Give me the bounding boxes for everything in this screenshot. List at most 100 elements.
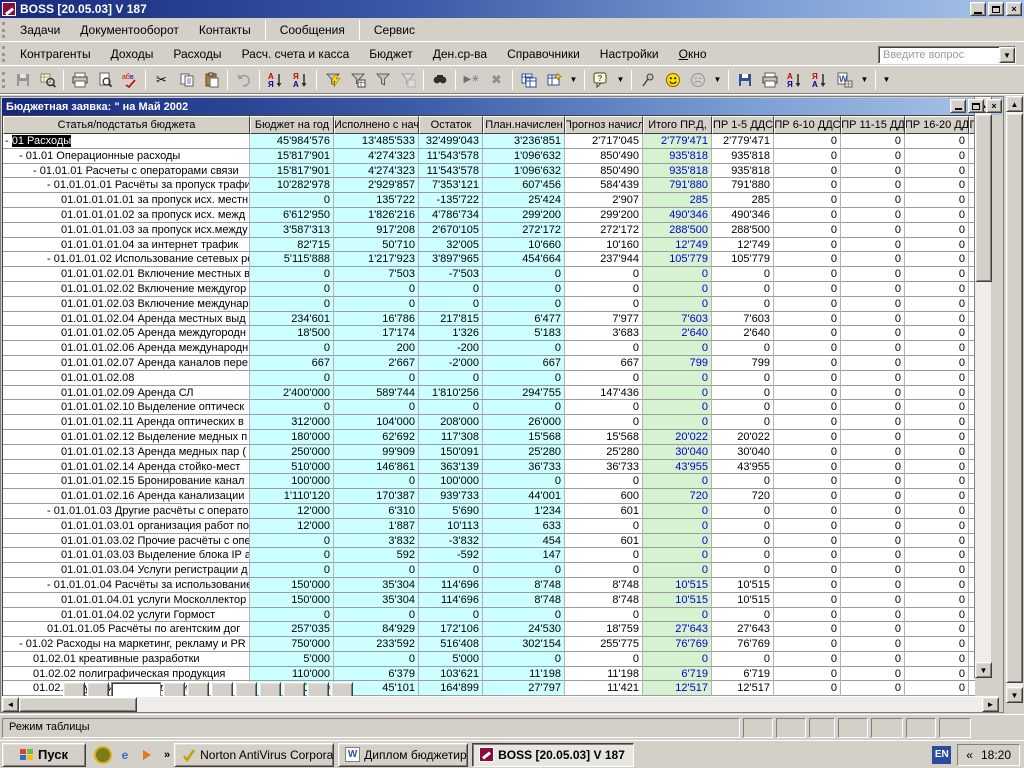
budget-item-name[interactable]: 01.01.01.02.02 Включение междугор: [3, 282, 250, 297]
cell[interactable]: 0: [774, 252, 841, 267]
cell[interactable]: 7'503: [334, 267, 419, 282]
column-header-1[interactable]: Статья/подстатья бюджета: [3, 116, 250, 134]
cell[interactable]: 0: [712, 652, 774, 667]
cell[interactable]: 0: [643, 386, 712, 401]
cell[interactable]: 0: [250, 341, 334, 356]
insert-record-button[interactable]: ▶✳: [460, 69, 483, 91]
cell[interactable]: 25'424: [483, 193, 565, 208]
cell[interactable]: 7'353'121: [419, 178, 483, 193]
cell[interactable]: 100'000: [419, 474, 483, 489]
cell[interactable]: 0: [774, 356, 841, 371]
cell[interactable]: 10'515: [643, 578, 712, 593]
cell[interactable]: 0: [774, 460, 841, 475]
cell[interactable]: 0: [841, 608, 905, 623]
cell[interactable]: 601: [565, 504, 643, 519]
cell[interactable]: 0: [419, 297, 483, 312]
sort-asc-button[interactable]: АЯ: [264, 69, 287, 91]
cell[interactable]: 170'387: [334, 489, 419, 504]
table-row[interactable]: 01.01.01.02.12 Выделение медных п180'000…: [3, 430, 975, 445]
budget-item-name[interactable]: - 01.01.01.02 Использование сетевых ре: [3, 252, 250, 267]
table-row[interactable]: 01.01.01.02.15 Бронирование канал100'000…: [3, 474, 975, 489]
cell[interactable]: 0: [774, 548, 841, 563]
drag-grip[interactable]: [2, 46, 5, 62]
grid-copy-button[interactable]: [517, 69, 540, 91]
cell[interactable]: 8'748: [483, 593, 565, 608]
db-search-button[interactable]: [36, 69, 59, 91]
budget-item-name[interactable]: 01.01.01.02.10 Выделение оптическ: [3, 400, 250, 415]
cell[interactable]: 25'280: [483, 445, 565, 460]
cell[interactable]: 0: [841, 504, 905, 519]
cell[interactable]: 0: [565, 548, 643, 563]
cell[interactable]: 0: [565, 415, 643, 430]
table-row[interactable]: 01.01.01.02.04 Аренда местных выд234'601…: [3, 312, 975, 327]
cell[interactable]: 0: [905, 593, 969, 608]
cell[interactable]: 1'096'632: [483, 149, 565, 164]
cell[interactable]: 0: [905, 622, 969, 637]
cell[interactable]: 0: [841, 519, 905, 534]
menu-item-1[interactable]: Задачи: [10, 19, 70, 41]
combo-dropdown-icon[interactable]: ▼: [999, 47, 1015, 63]
cell[interactable]: 0: [774, 415, 841, 430]
menu-item-3[interactable]: Расходы: [163, 43, 231, 65]
cell[interactable]: 2'779'471: [712, 134, 774, 149]
menu-item-4[interactable]: Сообщения: [270, 19, 355, 41]
cell[interactable]: 0: [841, 134, 905, 149]
table-row[interactable]: 01.01.01.03.01 организация работ по12'00…: [3, 519, 975, 534]
table-row[interactable]: - 01.01.01.04 Расчёты за использование15…: [3, 578, 975, 593]
cell[interactable]: 147: [483, 548, 565, 563]
grid-new-button[interactable]: [542, 69, 565, 91]
sort-desc-2-button[interactable]: ЯА: [808, 69, 831, 91]
word-export-button[interactable]: W: [833, 69, 856, 91]
cell[interactable]: 15'568: [483, 430, 565, 445]
cell[interactable]: 0: [841, 430, 905, 445]
cell[interactable]: 0: [643, 504, 712, 519]
table-row[interactable]: 01.01.01.02.05 Аренда междугородн18'5001…: [3, 326, 975, 341]
table-row[interactable]: - 01.01.01 Расчеты с операторами связи15…: [3, 164, 975, 179]
spell-check-button[interactable]: абв: [118, 69, 141, 91]
budget-item-name[interactable]: 01.02.02 полиграфическая продукция: [3, 667, 250, 682]
cell[interactable]: 363'139: [419, 460, 483, 475]
cell[interactable]: 0: [905, 282, 969, 297]
cell[interactable]: 584'439: [565, 178, 643, 193]
cell[interactable]: 82'715: [250, 238, 334, 253]
nav-edit-button[interactable]: [259, 682, 281, 696]
menu-item-6[interactable]: Ден.ср-ва: [423, 43, 497, 65]
cell[interactable]: 720: [643, 489, 712, 504]
cell[interactable]: 84'929: [334, 622, 419, 637]
nav-first-button[interactable]: [63, 682, 85, 696]
pin-button[interactable]: [636, 69, 659, 91]
cell[interactable]: 3'832: [334, 534, 419, 549]
budget-item-name[interactable]: - 01.01.01 Расчеты с операторами связи: [3, 164, 250, 179]
cell[interactable]: 516'408: [419, 637, 483, 652]
cell[interactable]: 0: [905, 149, 969, 164]
cell[interactable]: 2'779'471: [643, 134, 712, 149]
cell[interactable]: 0: [905, 341, 969, 356]
table-row[interactable]: 01.01.01.01.04 за интернет трафик82'7155…: [3, 238, 975, 253]
cell[interactable]: 12'000: [250, 519, 334, 534]
cell[interactable]: 799: [643, 356, 712, 371]
cell[interactable]: 5'000: [250, 652, 334, 667]
cell[interactable]: 0: [841, 208, 905, 223]
cell[interactable]: 0: [774, 489, 841, 504]
cell[interactable]: 3'587'313: [250, 223, 334, 238]
table-row[interactable]: 01.01.01.02.080000000000: [3, 371, 975, 386]
cell[interactable]: 255'775: [565, 637, 643, 652]
budget-item-name[interactable]: 01.01.01.01.01 за пропуск исх. местн: [3, 193, 250, 208]
cell[interactable]: 233'592: [334, 637, 419, 652]
cell[interactable]: 0: [905, 563, 969, 578]
cell[interactable]: 0: [565, 341, 643, 356]
cell[interactable]: 0: [712, 534, 774, 549]
table-row[interactable]: 01.01.01.01.01 за пропуск исх. местн0135…: [3, 193, 975, 208]
table-row[interactable]: 01.01.01.02.13 Аренда медных пар (250'00…: [3, 445, 975, 460]
sort-asc-2-button[interactable]: АЯ: [783, 69, 806, 91]
column-header-4[interactable]: Остаток: [419, 116, 483, 134]
cell[interactable]: 8'748: [565, 578, 643, 593]
cell[interactable]: 1'110'120: [250, 489, 334, 504]
cell[interactable]: 6'310: [334, 504, 419, 519]
cell[interactable]: 0: [565, 400, 643, 415]
cell[interactable]: 20'022: [712, 430, 774, 445]
cell[interactable]: 0: [565, 519, 643, 534]
cell[interactable]: 0: [565, 282, 643, 297]
vertical-scroll-thumb[interactable]: [1006, 113, 1023, 683]
cell[interactable]: 285: [643, 193, 712, 208]
